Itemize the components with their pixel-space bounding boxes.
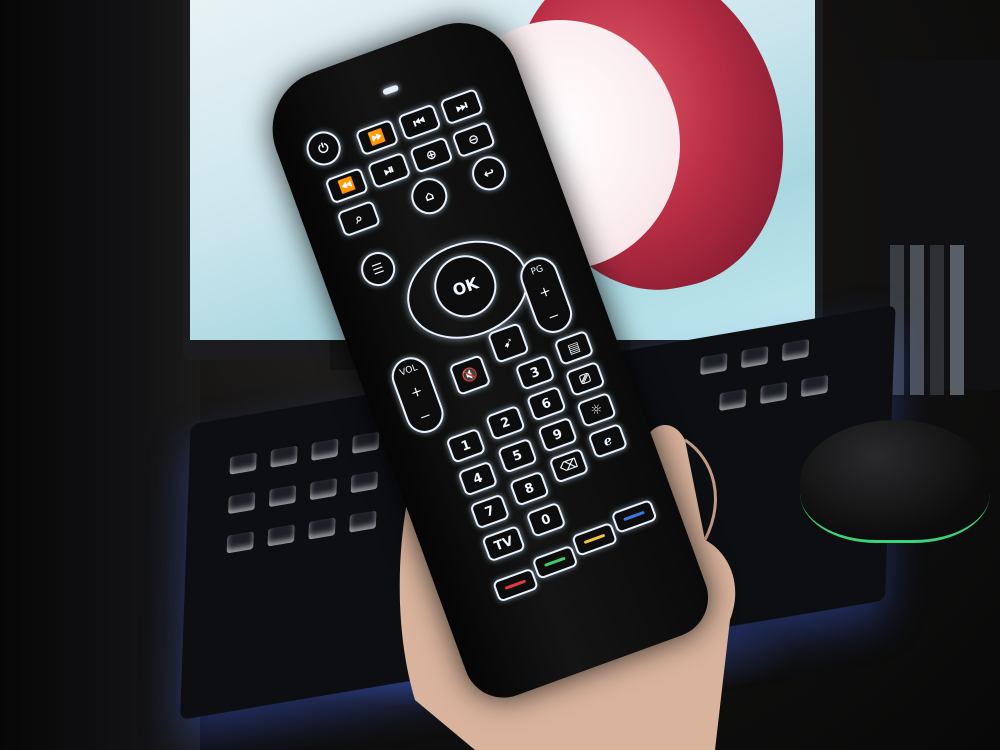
next-track-icon[interactable]: ⏭ [439, 87, 484, 126]
pg-label: PG [529, 263, 545, 278]
search-icon[interactable]: ⌕ [336, 199, 382, 238]
book [930, 245, 944, 395]
book [950, 245, 964, 395]
keycap [229, 452, 257, 475]
keycap [700, 352, 728, 376]
digit-8[interactable]: 8 [508, 470, 550, 507]
home-icon[interactable]: ⌂ [406, 173, 453, 220]
zoom-in-icon[interactable]: ⊕ [409, 136, 454, 174]
play-pause-icon[interactable]: ⏯ [366, 151, 412, 190]
bookshelf [880, 60, 1000, 395]
vol-plus: + [408, 382, 425, 402]
vol-label: VOL [398, 362, 419, 379]
blue-button[interactable] [610, 498, 658, 534]
rewind-icon[interactable]: ⏪ [324, 167, 370, 205]
keycap [267, 524, 295, 547]
green-button[interactable] [531, 544, 579, 580]
prev-track-icon[interactable]: ⏮ [397, 103, 442, 141]
keycap [268, 484, 297, 508]
gaming-mouse [800, 420, 990, 543]
keycap [760, 381, 788, 405]
keycap [226, 531, 254, 554]
digit-9[interactable]: 9 [537, 416, 579, 453]
keycap [781, 339, 810, 362]
pg-plus: + [536, 282, 554, 302]
vol-minus: − [417, 407, 434, 427]
digit-1[interactable]: 1 [445, 427, 487, 464]
digit-0[interactable]: 0 [525, 501, 567, 538]
back-icon[interactable]: ↩ [467, 151, 511, 196]
keycap [350, 471, 378, 494]
photo-scene: ⏻ ⏩ ⏮ ⏭ ⏪ ⏯ ⊕ ⊖ ⌕ ⌂ ↩ ☰ OK VOL + − PG + … [0, 0, 1000, 750]
keycap [309, 477, 338, 501]
keycap [311, 438, 339, 461]
digit-5[interactable]: 5 [496, 437, 538, 474]
keycap [308, 517, 336, 540]
red-button[interactable] [492, 567, 540, 603]
status-led [382, 84, 400, 96]
digit-2[interactable]: 2 [484, 404, 526, 441]
browser-icon[interactable]: ℯ [587, 422, 629, 459]
power-icon[interactable]: ⏻ [301, 126, 346, 171]
keycap [228, 491, 256, 515]
menu-icon[interactable]: ☰ [356, 247, 400, 291]
mute-icon[interactable]: 🔇 [448, 354, 492, 396]
keycap [270, 445, 298, 468]
subtitle-icon[interactable]: ▤ [553, 329, 595, 366]
digit-3[interactable]: 3 [514, 354, 556, 391]
left-wall [0, 0, 200, 750]
digit-6[interactable]: 6 [525, 385, 567, 422]
book [910, 245, 924, 395]
yellow-button[interactable] [571, 521, 619, 557]
input-icon[interactable]: ⎚ [564, 360, 606, 397]
keycap [800, 374, 829, 398]
volume-rocker[interactable]: VOL + − [386, 352, 449, 439]
pg-minus: − [545, 307, 563, 327]
digit-7[interactable]: 7 [469, 493, 511, 530]
zoom-out-icon[interactable]: ⊖ [451, 120, 496, 159]
keycap [352, 431, 380, 454]
tv-button[interactable]: TV [481, 524, 526, 563]
keycap [741, 345, 769, 369]
fast-forward-icon[interactable]: ⏩ [354, 118, 400, 157]
digit-4[interactable]: 4 [457, 460, 499, 497]
keycap [349, 510, 377, 533]
brightness-icon[interactable]: ☼ [576, 391, 617, 428]
delete-icon[interactable]: ⌫ [548, 447, 590, 484]
